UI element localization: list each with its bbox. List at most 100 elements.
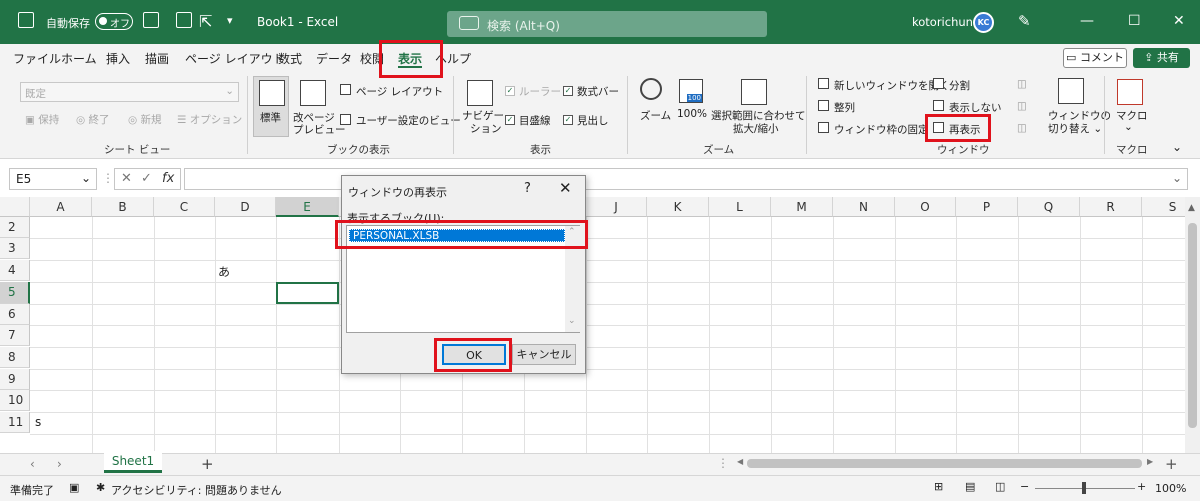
tab-formulas[interactable]: 数式 bbox=[278, 50, 302, 67]
unhide-button[interactable]: 再表示 bbox=[949, 122, 981, 137]
tab-review[interactable]: 校閲 bbox=[360, 50, 384, 67]
column-header[interactable]: L bbox=[709, 197, 771, 217]
row-header[interactable]: 8 bbox=[0, 347, 30, 368]
zoom-out-icon[interactable]: − bbox=[1020, 480, 1029, 493]
navigation-label-2[interactable]: ション bbox=[470, 121, 502, 136]
arrange-button[interactable]: 整列 bbox=[834, 100, 855, 115]
formula-input[interactable]: ⌄ bbox=[184, 168, 1188, 190]
cancel-icon[interactable]: ✕ bbox=[121, 171, 132, 186]
custom-view-button[interactable]: ユーザー設定のビュー bbox=[356, 113, 461, 128]
ok-button[interactable]: OK bbox=[442, 344, 506, 365]
sheet-tab-sheet1[interactable]: Sheet1 bbox=[104, 451, 162, 473]
expand-formula-icon[interactable]: ⌄ bbox=[1172, 171, 1182, 185]
row-header[interactable]: 4 bbox=[0, 260, 30, 281]
tab-page-layout[interactable]: ページ レイアウト bbox=[185, 50, 285, 67]
sheet-view-dropdown[interactable]: 既定 ⌄ bbox=[20, 82, 239, 102]
chevron-up-icon[interactable]: ⌃ bbox=[568, 227, 576, 237]
column-header[interactable]: J bbox=[586, 197, 647, 217]
tab-view[interactable]: 表示 bbox=[398, 50, 423, 68]
row-header[interactable]: 11 bbox=[0, 412, 30, 433]
tab-file[interactable]: ファイル bbox=[13, 50, 61, 67]
search-box[interactable]: 検索 (Alt+Q) bbox=[447, 11, 767, 37]
formula-bar-checkbox[interactable]: ✓ bbox=[563, 86, 573, 96]
next-sheet-icon[interactable]: › bbox=[57, 457, 62, 471]
row-header[interactable]: 2 bbox=[0, 217, 30, 238]
chevron-down-icon[interactable]: ⌄ bbox=[568, 316, 576, 326]
page-layout-status-icon[interactable]: ▤ bbox=[965, 480, 975, 493]
tab-help[interactable]: ヘルプ bbox=[435, 50, 471, 67]
page-break-status-icon[interactable]: ◫ bbox=[995, 480, 1005, 493]
scroll-up-icon[interactable]: ▲ bbox=[1188, 203, 1195, 213]
collapse-ribbon-icon[interactable]: ⌄ bbox=[1172, 140, 1182, 154]
column-header[interactable]: M bbox=[771, 197, 833, 217]
cell-d4[interactable]: あ bbox=[218, 263, 230, 280]
page-layout-button[interactable]: ページ レイアウト bbox=[356, 84, 443, 99]
worksheet-grid[interactable]: A B C D E F G H I J K L M N O P Q R S 2 … bbox=[0, 197, 1185, 453]
scroll-left-icon[interactable]: ◀ bbox=[737, 457, 743, 466]
normal-view-status-icon[interactable]: ⊞ bbox=[934, 480, 943, 493]
column-header[interactable]: C bbox=[154, 197, 215, 217]
column-header[interactable]: O bbox=[895, 197, 956, 217]
column-header[interactable]: A bbox=[30, 197, 92, 217]
pointer-icon[interactable]: ⇱ bbox=[199, 12, 212, 31]
autosave-toggle[interactable]: オフ bbox=[95, 13, 133, 30]
zoom-level[interactable]: 100% bbox=[1155, 482, 1186, 495]
hide-button[interactable]: 表示しない bbox=[949, 100, 1002, 115]
view-options-button[interactable]: ☰ オプション bbox=[177, 112, 242, 127]
accessibility-icon[interactable]: ✱ bbox=[96, 481, 105, 494]
zoom-100-button[interactable]: 100% bbox=[677, 108, 707, 120]
zoom-in-icon[interactable]: + bbox=[1137, 480, 1146, 493]
name-box[interactable]: E5 ⌄ bbox=[9, 168, 97, 190]
ruler-checkbox[interactable]: ✓ bbox=[505, 86, 515, 96]
camera-icon[interactable] bbox=[176, 12, 192, 28]
keep-button[interactable]: ▣ 保持 bbox=[25, 112, 59, 127]
macro-chevron-icon[interactable]: ⌄ bbox=[1124, 121, 1133, 133]
vertical-scrollbar[interactable]: ▲ bbox=[1185, 197, 1200, 453]
pen-icon[interactable]: ✎ bbox=[1018, 12, 1031, 30]
comment-button[interactable]: ▭ コメント bbox=[1063, 48, 1127, 68]
column-header[interactable]: N bbox=[833, 197, 895, 217]
qat-customize-icon[interactable]: ▾ bbox=[227, 14, 233, 27]
column-header[interactable]: B bbox=[92, 197, 154, 217]
tab-home[interactable]: ホーム bbox=[61, 50, 97, 67]
view-side-by-side-icon[interactable]: ◫ bbox=[1017, 78, 1027, 90]
workbook-list[interactable]: PERSONAL.XLSB ⌃ ⌄ bbox=[346, 225, 580, 333]
avatar[interactable]: KC bbox=[973, 12, 994, 33]
enter-icon[interactable]: ✓ bbox=[141, 171, 152, 186]
switch-windows-label-2[interactable]: 切り替え ⌄ bbox=[1048, 121, 1102, 136]
column-header[interactable]: K bbox=[647, 197, 709, 217]
row-header[interactable]: 7 bbox=[0, 325, 30, 346]
accessibility-status[interactable]: アクセシビリティ: 問題ありません bbox=[111, 482, 282, 498]
prev-sheet-icon[interactable]: ‹ bbox=[30, 457, 35, 471]
help-icon[interactable]: ? bbox=[524, 181, 531, 196]
macro-record-icon[interactable]: ▣ bbox=[69, 481, 79, 494]
tab-insert[interactable]: 挿入 bbox=[106, 50, 130, 67]
tab-data[interactable]: データ bbox=[316, 50, 352, 67]
row-header[interactable]: 5 bbox=[0, 282, 30, 304]
user-name[interactable]: kotorichun bbox=[912, 15, 973, 29]
gridlines-checkbox[interactable]: ✓ bbox=[505, 115, 515, 125]
maximize-icon[interactable]: ☐ bbox=[1128, 13, 1141, 29]
close-icon[interactable]: ✕ bbox=[559, 179, 572, 197]
close-icon[interactable]: ✕ bbox=[1173, 13, 1185, 29]
zoom-selection-label-2[interactable]: 拡大/縮小 bbox=[733, 121, 779, 136]
headings-checkbox[interactable]: ✓ bbox=[563, 115, 573, 125]
zoom-button[interactable]: ズーム bbox=[640, 108, 671, 123]
column-header[interactable]: D bbox=[215, 197, 276, 217]
cell-a11[interactable]: s bbox=[35, 415, 41, 429]
insert-function-icon[interactable]: fx bbox=[162, 171, 174, 186]
share-button[interactable]: ⇪ 共有 bbox=[1133, 48, 1190, 68]
zoom-slider-thumb[interactable] bbox=[1082, 482, 1086, 494]
column-header[interactable]: P bbox=[956, 197, 1018, 217]
column-header[interactable]: S bbox=[1142, 197, 1185, 217]
row-header[interactable]: 3 bbox=[0, 238, 30, 259]
list-item[interactable]: PERSONAL.XLSB bbox=[349, 229, 565, 242]
row-header[interactable]: 10 bbox=[0, 390, 30, 411]
freeze-panes-button[interactable]: ウィンドウ枠の固定 ⌄ bbox=[834, 122, 941, 137]
reset-window-position-icon[interactable]: ◫ bbox=[1017, 122, 1027, 134]
minimize-icon[interactable]: — bbox=[1080, 13, 1094, 29]
tab-draw[interactable]: 描画 bbox=[145, 50, 169, 67]
sync-scroll-icon[interactable]: ◫ bbox=[1017, 100, 1027, 112]
column-header[interactable]: E bbox=[276, 197, 339, 217]
page-break-label-2[interactable]: プレビュー bbox=[293, 122, 346, 137]
